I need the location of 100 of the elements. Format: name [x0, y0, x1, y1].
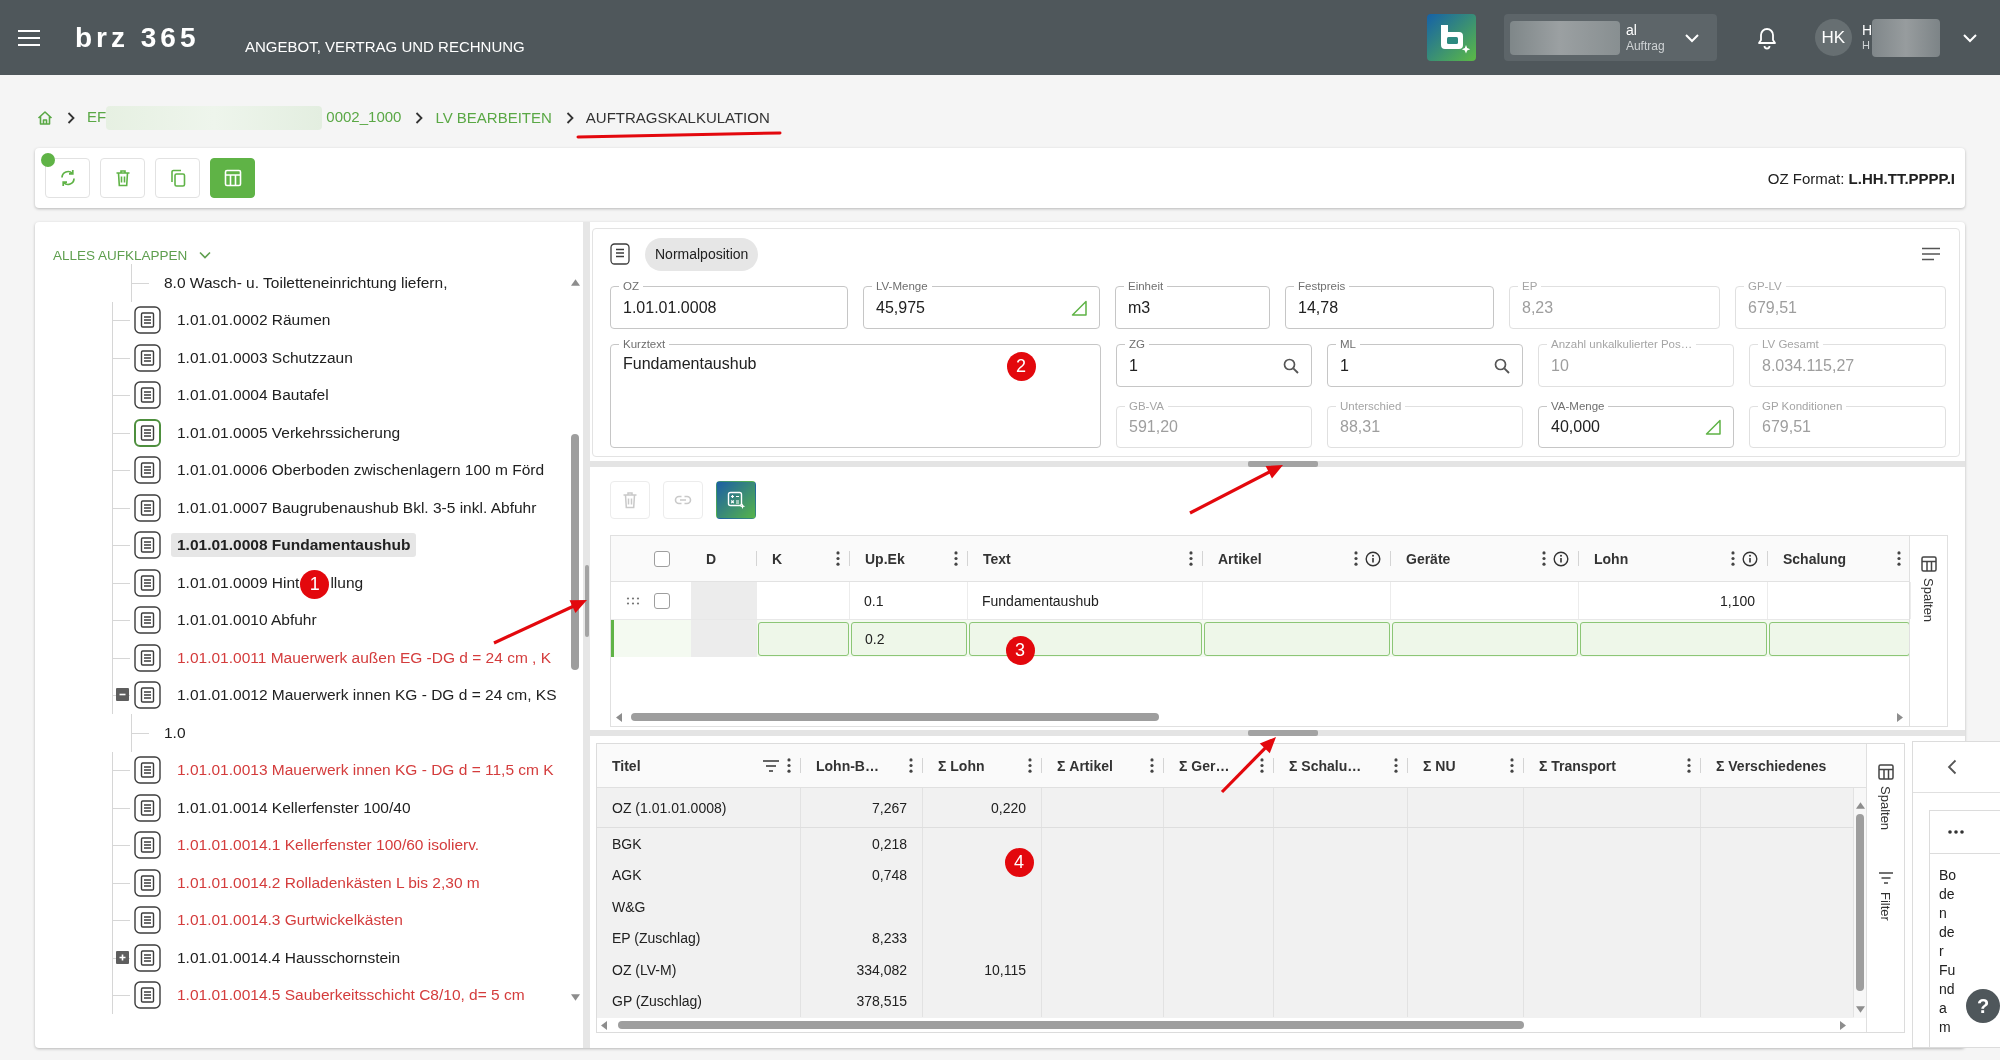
refresh-button[interactable] — [45, 158, 90, 198]
scrollbar-thumb[interactable] — [571, 434, 579, 670]
column-header[interactable]: Σ Ger… — [1164, 744, 1274, 787]
scrollbar-thumb[interactable] — [631, 713, 1159, 721]
info-icon[interactable] — [1365, 550, 1381, 567]
scroll-down-icon[interactable] — [1855, 1006, 1865, 1013]
tree-item[interactable]: 1.01.01.0014.1 Kellerfenster 100/60 isolierv. — [177, 833, 480, 858]
side-tab[interactable]: Filter — [1877, 870, 1894, 921]
input-field[interactable] — [1392, 622, 1578, 656]
tree-item[interactable]: 1.01.01.0010 Abfuhr — [177, 608, 317, 633]
checkbox[interactable] — [654, 550, 670, 567]
list-icon[interactable] — [1921, 247, 1941, 261]
input-field[interactable]: 0.2 — [851, 622, 967, 656]
input-field[interactable] — [969, 622, 1202, 656]
kebab-menu-icon[interactable] — [1189, 551, 1193, 566]
tree-item[interactable]: 1.01.01.0014 Kellerfenster 100/40 — [177, 795, 411, 820]
home-icon[interactable] — [37, 109, 53, 126]
copy-button[interactable] — [155, 158, 200, 198]
chevron-left-icon[interactable] — [1947, 759, 1957, 775]
column-header[interactable]: Up.Ek — [850, 536, 968, 581]
triangle-icon[interactable] — [1071, 299, 1087, 316]
filter-icon[interactable] — [762, 759, 780, 772]
search-icon[interactable] — [1283, 357, 1299, 374]
project-selector[interactable]: al Auftrag — [1503, 14, 1717, 61]
kebab-menu-icon[interactable] — [1028, 758, 1032, 773]
column-header[interactable]: Artikel — [1203, 536, 1391, 581]
table-view-button[interactable] — [210, 158, 255, 198]
delete-button[interactable] — [100, 158, 145, 198]
tree-item[interactable]: 1.01.01.0006 Oberboden zwischenlagern 100 m Förd — [177, 458, 545, 483]
scrollbar-thumb[interactable] — [618, 1021, 1524, 1029]
side-tab[interactable]: Spalten — [1877, 764, 1894, 831]
column-header[interactable]: Σ Transport — [1524, 744, 1701, 787]
column-header[interactable]: Σ Artikel — [1042, 744, 1164, 787]
tree-item[interactable]: 1.01.01.0003 Schutzzaun — [177, 345, 353, 370]
menu-icon[interactable] — [17, 28, 41, 47]
search-icon[interactable] — [1494, 357, 1510, 374]
kebab-menu-icon[interactable] — [836, 551, 840, 566]
kebab-menu-icon[interactable] — [1394, 758, 1398, 773]
side-tab[interactable]: Spalten — [1920, 556, 1937, 623]
user-menu[interactable]: HK H H — [1814, 18, 1978, 57]
kebab-menu-icon[interactable] — [1150, 758, 1154, 773]
info-icon[interactable] — [1553, 550, 1569, 567]
table-row[interactable]: 0.1 Fundamentaushub 1,100 — [611, 582, 1909, 620]
tree-item[interactable]: llung — [330, 570, 364, 595]
kebab-menu-icon[interactable] — [1510, 758, 1514, 773]
tree-item[interactable]: 1.01.01.0014.2 Rolladenkästen L bis 2,30 m — [177, 870, 480, 895]
tree-item[interactable]: 8.0 Wasch- u. Toiletteneinrichtung liefern, — [164, 270, 448, 295]
column-header[interactable]: Schalung — [1768, 536, 1911, 581]
tree-item[interactable]: 1.01.01.0004 Bautafel — [177, 383, 329, 408]
column-header[interactable]: Σ Lohn — [923, 744, 1042, 787]
calculate-button[interactable] — [716, 481, 756, 519]
kebab-menu-icon[interactable] — [1260, 758, 1264, 773]
tree-item[interactable]: 1.01.01.0002 Räumen — [177, 308, 331, 333]
splitter-handle[interactable] — [584, 565, 589, 637]
scroll-down-icon[interactable] — [570, 994, 580, 1001]
tree-item[interactable]: 1.01.01.0005 Verkehrssicherung — [177, 420, 401, 445]
splitter-handle[interactable] — [1247, 730, 1318, 736]
scrollbar-thumb[interactable] — [1856, 814, 1864, 991]
column-header[interactable]: D — [691, 536, 757, 581]
splitter-handle[interactable] — [1247, 461, 1318, 467]
info-icon[interactable] — [1742, 550, 1758, 567]
input-field[interactable] — [1580, 622, 1767, 656]
tree-item[interactable]: 1.01.01.0008 Fundamentaushub — [171, 533, 417, 558]
expand-toggle-icon[interactable] — [116, 950, 129, 964]
app-tile-icon[interactable] — [1426, 14, 1476, 61]
tree-item[interactable]: 1.01.01.0014.5 Sauberkeitsschicht C8/10, d= 5 cm — [177, 983, 525, 1008]
checkbox[interactable] — [654, 592, 670, 609]
column-header[interactable]: Σ Verschiedenes — [1701, 744, 1866, 787]
tree-item[interactable]: 1.01.01.0013 Mauerwerk innen KG - DG d = 11,5 cm K — [177, 758, 554, 783]
column-header[interactable]: Σ NU — [1408, 744, 1524, 787]
scroll-right-icon[interactable] — [1840, 1020, 1846, 1030]
column-header[interactable]: Geräte — [1391, 536, 1579, 581]
scroll-up-icon[interactable] — [570, 279, 580, 286]
column-header[interactable]: Lohn — [1579, 536, 1768, 581]
input-field[interactable] — [1204, 622, 1390, 656]
drag-handle-icon[interactable] — [626, 596, 640, 605]
kebab-menu-icon[interactable] — [1687, 758, 1691, 773]
column-header[interactable]: Σ Schalu… — [1274, 744, 1408, 787]
kebab-menu-icon[interactable] — [787, 758, 791, 773]
tree-item[interactable]: 1.01.01.0007 Baugrubenaushub Bkl. 3-5 inkl. Abfuhr — [177, 495, 537, 520]
kebab-menu-icon[interactable] — [1354, 551, 1358, 566]
scroll-right-icon[interactable] — [1897, 712, 1903, 722]
scroll-up-icon[interactable] — [1855, 802, 1865, 809]
column-header[interactable]: Lohn-B… — [801, 744, 923, 787]
collapse-toggle-icon[interactable] — [116, 688, 129, 702]
triangle-icon[interactable] — [1705, 419, 1721, 435]
tree-item[interactable]: 1.01.01.0014.3 Gurtwickelkästen — [177, 908, 403, 933]
kebab-menu-icon[interactable] — [1897, 551, 1901, 566]
kebab-menu-icon[interactable] — [954, 551, 958, 566]
input-field[interactable] — [758, 622, 849, 656]
column-header[interactable]: Titel — [597, 744, 801, 787]
scroll-left-icon[interactable] — [601, 1020, 607, 1030]
scroll-left-icon[interactable] — [616, 712, 622, 722]
kebab-menu-icon[interactable] — [909, 758, 913, 773]
tree-item[interactable]: 1.01.01.0014.4 Hausschornstein — [177, 945, 401, 970]
column-header[interactable]: Text — [968, 536, 1203, 581]
tree-item[interactable]: 1.0 — [164, 720, 186, 745]
column-header[interactable]: K — [757, 536, 850, 581]
kebab-menu-icon[interactable] — [1542, 551, 1546, 566]
tree-item[interactable]: 1.01.01.0012 Mauerwerk innen KG - DG d = 24 cm, KS — [177, 683, 557, 708]
